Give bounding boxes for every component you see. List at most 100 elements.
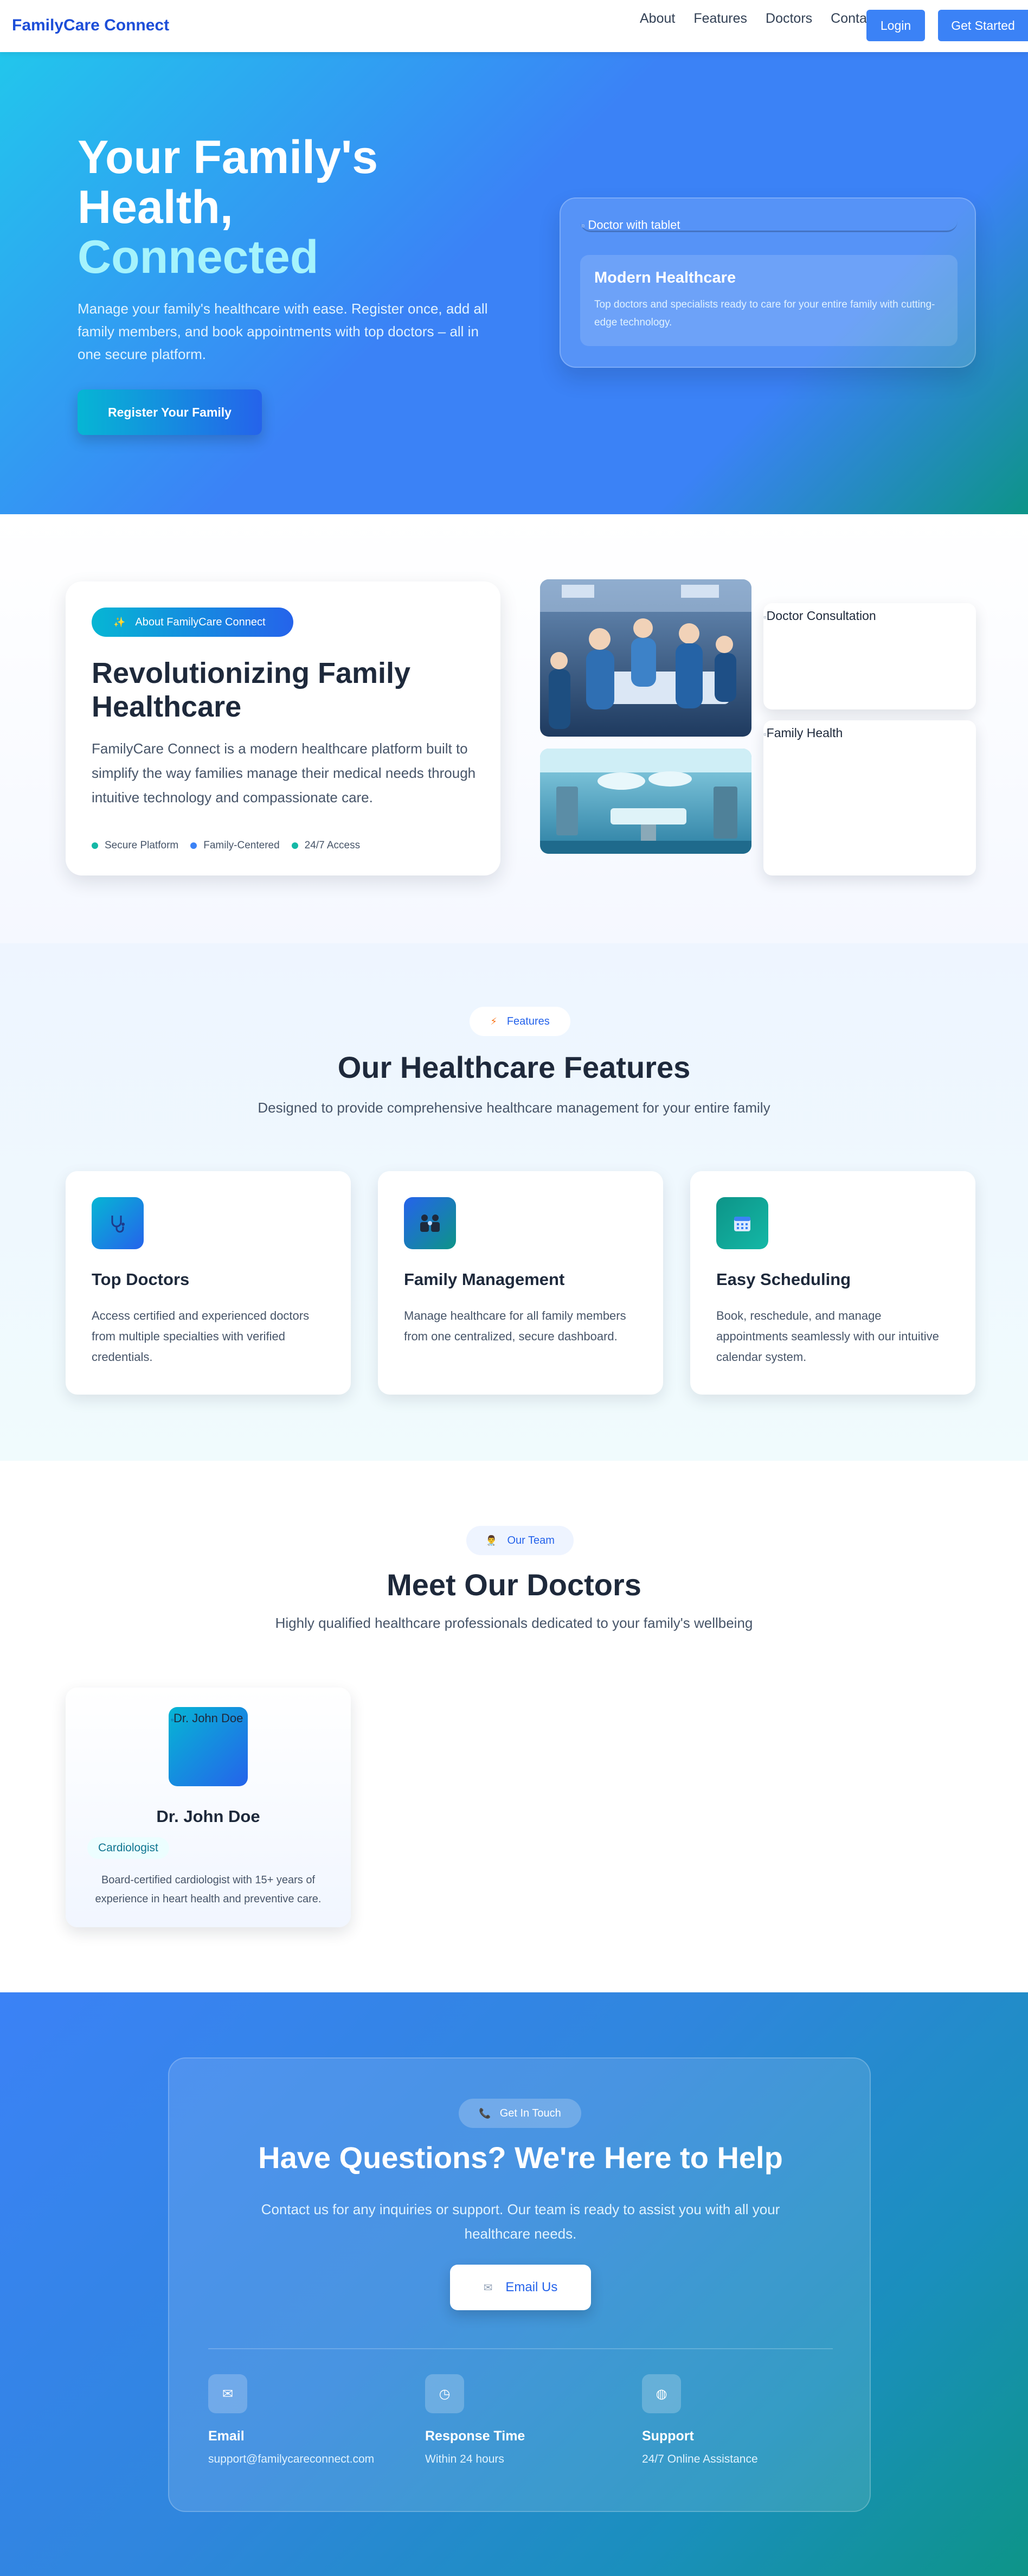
contact-subtitle: Contact us for any inquiries or support.… — [261, 2201, 780, 2242]
hero-subtitle: Manage your family's healthcare with eas… — [78, 301, 488, 362]
doctor-icon: 👨‍⚕️ — [485, 1535, 498, 1546]
calendar-glyph — [734, 1217, 750, 1231]
contact-divider — [208, 2348, 833, 2349]
tag-family-centered: Family-Centered — [190, 840, 280, 852]
contact-pill: 📞 Get In Touch — [459, 2099, 581, 2128]
modern-healthcare-text: Top doctors and specialists ready to car… — [594, 299, 935, 328]
features-subtitle: Designed to provide comprehensive health… — [258, 1100, 770, 1116]
doctor-card[interactable]: ▫Dr. John Doe Dr. John Doe Cardiologist … — [66, 1687, 351, 1927]
hero-section: Your Family's Health, Connected Manage y… — [0, 52, 1028, 514]
operating-room-illustration — [540, 749, 751, 854]
feature-title: Easy Scheduling — [716, 1270, 851, 1289]
tag-secure-platform: Secure Platform — [92, 840, 178, 852]
modern-healthcare-panel: Modern Healthcare Top doctors and specia… — [580, 255, 958, 346]
nav-links: About Features Doctors Contact — [640, 11, 896, 27]
tag-24-7-access: 24/7 Access — [291, 840, 361, 852]
tag-label: Family-Centered — [203, 840, 280, 851]
doctor-avatar-alt: Dr. John Doe — [173, 1711, 243, 1725]
email-us-label: Email Us — [505, 2280, 558, 2294]
stethoscope-icon — [92, 1197, 144, 1249]
contact-pill-label: Get In Touch — [499, 2107, 561, 2119]
hospital-ward-illustration — [540, 579, 751, 737]
feature-card-top-doctors: Top Doctors Access certified and experie… — [66, 1171, 351, 1395]
nav-link-about[interactable]: About — [640, 11, 675, 27]
about-card: ✨ About FamilyCare Connect Revolutionizi… — [66, 581, 500, 875]
feature-text: Access certified and experienced doctors… — [92, 1309, 310, 1364]
sparkle-icon: ✨ — [113, 616, 126, 628]
info-value: Within 24 hours — [425, 2453, 504, 2465]
brand-logo[interactable]: FamilyCare Connect — [12, 16, 169, 35]
features-pill: ⚡ Features — [470, 1007, 570, 1036]
hero-image-card: ▫ Doctor with tablet Modern Healthcare T… — [560, 197, 976, 368]
register-family-button[interactable]: Register Your Family — [78, 389, 262, 435]
doctor-tablet-image: ▫ Doctor with tablet — [580, 218, 958, 232]
contact-card: 📞 Get In Touch Have Questions? We're Her… — [168, 2057, 871, 2512]
family-health-image: ▫Family Health — [763, 720, 976, 875]
tag-label: Secure Platform — [105, 840, 179, 851]
family-icon — [404, 1197, 456, 1249]
tag-dot — [291, 842, 298, 849]
features-section: ⚡ Features Our Healthcare Features Desig… — [0, 943, 1028, 1461]
contact-section: 📞 Get In Touch Have Questions? We're Her… — [0, 1992, 1028, 2576]
about-title: Revolutionizing Family Healthcare — [92, 657, 411, 723]
about-tags: Secure Platform Family-Centered 24/7 Acc… — [92, 840, 360, 852]
login-button[interactable]: Login — [866, 10, 925, 41]
contact-title: Have Questions? We're Here to Help — [258, 2140, 783, 2175]
doctors-subtitle: Highly qualified healthcare professional… — [275, 1615, 753, 1631]
feature-card-easy-scheduling: Easy Scheduling Book, reschedule, and ma… — [690, 1171, 975, 1395]
tag-label: 24/7 Access — [304, 840, 361, 851]
nav-link-doctors[interactable]: Doctors — [766, 11, 812, 27]
get-started-button[interactable]: Get Started — [938, 10, 1028, 41]
doctor-tablet-image-alt: Doctor with tablet — [588, 218, 680, 232]
features-title: Our Healthcare Features — [337, 1050, 691, 1084]
doctor-consultation-alt: Doctor Consultation — [766, 609, 876, 623]
modern-healthcare-title: Modern Healthcare — [594, 269, 736, 286]
family-glyph — [420, 1215, 440, 1232]
nav-link-features[interactable]: Features — [693, 11, 747, 27]
lightning-icon: ⚡ — [490, 1015, 497, 1027]
email-us-button[interactable]: ✉ Email Us — [450, 2265, 591, 2310]
doctor-bio: Board-certified cardiologist with 15+ ye… — [95, 1874, 322, 1905]
info-title: Response Time — [425, 2428, 525, 2444]
email-icon: ✉ — [208, 2374, 247, 2413]
team-pill: 👨‍⚕️ Our Team — [466, 1526, 574, 1555]
contact-info-support: ◍ Support 24/7 Online Assistance — [642, 2374, 837, 2466]
info-title: Support — [642, 2428, 694, 2444]
info-value: 24/7 Online Assistance — [642, 2453, 758, 2465]
doctor-consultation-image: ▫Doctor Consultation — [763, 603, 976, 709]
stethoscope-glyph — [111, 1216, 125, 1233]
family-health-alt: Family Health — [766, 726, 843, 740]
info-title: Email — [208, 2428, 245, 2444]
top-navbar: FamilyCare Connect About Features Doctor… — [0, 0, 1028, 52]
doctor-avatar: ▫Dr. John Doe — [169, 1707, 248, 1786]
info-value[interactable]: support@familycareconnect.com — [208, 2453, 403, 2466]
feature-card-family-management: Family Management Manage healthcare for … — [378, 1171, 663, 1395]
contact-info-response-time: ◷ Response Time Within 24 hours — [425, 2374, 620, 2466]
doctor-specialty-badge: Cardiologist — [87, 1837, 169, 1859]
contact-info-email: ✉ Email support@familycareconnect.com — [208, 2374, 403, 2466]
doctors-title: Meet Our Doctors — [387, 1568, 641, 1602]
about-section: ✨ About FamilyCare Connect Revolutionizi… — [0, 514, 1028, 943]
calendar-icon — [716, 1197, 768, 1249]
hospital-ward-photo — [540, 579, 751, 737]
about-text: FamilyCare Connect is a modern healthcar… — [92, 740, 476, 806]
feature-text: Book, reschedule, and manage appointment… — [716, 1309, 939, 1364]
operating-room-photo — [540, 749, 751, 854]
team-pill-label: Our Team — [507, 1534, 555, 1546]
feature-title: Top Doctors — [92, 1270, 190, 1289]
broken-image-icon: ▫ — [581, 220, 585, 231]
hero-title-accent: Connected — [78, 231, 319, 283]
about-badge: ✨ About FamilyCare Connect — [92, 608, 293, 637]
hero-title: Your Family's Health, Connected — [78, 132, 468, 282]
about-badge-label: About FamilyCare Connect — [135, 616, 266, 628]
feature-title: Family Management — [404, 1270, 565, 1289]
envelope-icon: ✉ — [483, 2281, 493, 2294]
hero-title-line2: Health, — [78, 181, 233, 233]
hero-title-line1: Your Family's — [78, 131, 378, 183]
doctor-name: Dr. John Doe — [156, 1807, 260, 1826]
features-pill-label: Features — [506, 1015, 550, 1027]
phone-icon: 📞 — [479, 2107, 491, 2119]
tag-dot — [92, 842, 98, 849]
globe-icon: ◍ — [642, 2374, 681, 2413]
feature-text: Manage healthcare for all family members… — [404, 1309, 626, 1343]
